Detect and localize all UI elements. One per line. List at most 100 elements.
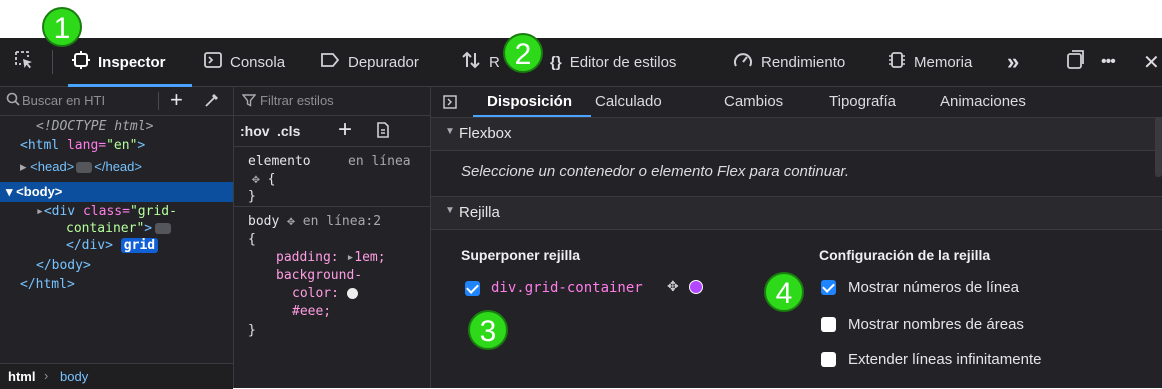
dock-button[interactable] bbox=[1066, 38, 1084, 86]
tab-fonts[interactable]: Tipografía bbox=[829, 87, 896, 117]
tab-debugger[interactable]: Depurador bbox=[320, 38, 419, 86]
toggle-sidebar-icon[interactable] bbox=[443, 95, 457, 114]
breadcrumb-body[interactable]: body bbox=[60, 369, 88, 384]
setting-extend-lines-checkbox[interactable] bbox=[821, 352, 836, 367]
tab-animations[interactable]: Animaciones bbox=[940, 87, 1026, 117]
tab-style-editor-label: Editor de estilos bbox=[569, 53, 677, 71]
tab-memory[interactable]: Memoria bbox=[888, 38, 972, 86]
collapsed-content-icon[interactable] bbox=[76, 162, 93, 174]
overlay-grid-checkbox[interactable] bbox=[465, 281, 480, 296]
div-open-tag: <div bbox=[43, 204, 76, 219]
head-close-tag: </head> bbox=[94, 159, 142, 174]
rule2-brace: { bbox=[248, 232, 256, 247]
div-close-node: </div> grid bbox=[66, 238, 159, 253]
cls-toggle[interactable]: .cls bbox=[277, 123, 300, 139]
collapse-arrow-icon: ▼ bbox=[445, 126, 455, 137]
markup-toolbar: Buscar en HTI + bbox=[0, 87, 233, 116]
tab-changes[interactable]: Cambios bbox=[724, 87, 783, 117]
overlay-grid-title: Superponer rejilla bbox=[461, 247, 581, 263]
highlight-node-icon[interactable]: ✥ bbox=[667, 278, 679, 295]
body-close-node: </body> bbox=[36, 258, 91, 273]
eyedropper-icon[interactable] bbox=[204, 92, 220, 113]
html-tag: <html bbox=[20, 138, 60, 153]
grid-settings-title: Configuración de la rejilla bbox=[819, 247, 991, 263]
collapse-arrow-icon: ▼ bbox=[445, 205, 455, 216]
decl1-val: 1em; bbox=[354, 250, 386, 265]
tab-performance[interactable]: Rendimiento bbox=[733, 38, 845, 86]
node-icon[interactable]: ✥ bbox=[287, 214, 295, 229]
head-open-tag: <head> bbox=[30, 159, 75, 174]
decl2-prop2: color: bbox=[292, 286, 339, 301]
setting-line-numbers-label: Mostrar números de línea bbox=[848, 279, 1019, 296]
more-tools-button[interactable]: » bbox=[1007, 38, 1019, 86]
tab-layout[interactable]: Disposición bbox=[487, 87, 572, 117]
decl2-prop[interactable]: background- bbox=[276, 268, 362, 283]
div-attr-value: "grid- bbox=[129, 204, 177, 219]
network-arrows-icon bbox=[461, 51, 481, 73]
body-node[interactable]: ▾ <body> bbox=[6, 184, 62, 200]
rule2-selector: body bbox=[248, 214, 280, 229]
hov-toggle[interactable]: :hov bbox=[240, 123, 270, 139]
html-node[interactable]: <html lang="en"> bbox=[20, 138, 145, 153]
element-picker-icon bbox=[14, 50, 34, 74]
rules-panel: Filtrar estilos :hov .cls + elemento en … bbox=[234, 87, 431, 388]
tab-computed[interactable]: Calculado bbox=[595, 87, 662, 117]
div-node-cont: container"> bbox=[66, 221, 172, 236]
div-close-tag: </div> bbox=[66, 238, 113, 253]
doctype-node[interactable]: <!DOCTYPE html> bbox=[36, 119, 153, 134]
rule1-brace: { bbox=[267, 172, 276, 187]
gear-icon[interactable]: ✥ bbox=[252, 172, 260, 187]
div-attr-name: class= bbox=[82, 204, 130, 219]
rule1-selector: elemento bbox=[248, 154, 311, 169]
head-node[interactable]: ▸ <head> </head> bbox=[20, 159, 142, 175]
setting-area-names-checkbox[interactable] bbox=[821, 317, 836, 332]
add-node-button[interactable]: + bbox=[170, 87, 183, 113]
breadcrumb-html[interactable]: html bbox=[8, 369, 35, 384]
decl2-val[interactable]: #eee; bbox=[292, 304, 331, 319]
tab-style-editor[interactable]: {} Editor de estilos bbox=[550, 38, 676, 86]
sidebar-tabs: Disposición Calculado Cambios Tipografía… bbox=[431, 87, 1162, 118]
grid-color-swatch[interactable] bbox=[689, 280, 703, 294]
add-rule-button[interactable]: + bbox=[338, 116, 352, 144]
grid-badge[interactable]: grid bbox=[120, 238, 159, 253]
markup-search-input[interactable]: Buscar en HTI bbox=[22, 93, 105, 108]
annotation-badge-1: 1 bbox=[42, 7, 82, 47]
rules-filter-bar: Filtrar estilos bbox=[234, 87, 430, 116]
tab-performance-label: Rendimiento bbox=[761, 53, 846, 71]
close-button[interactable]: ✕ bbox=[1143, 38, 1160, 86]
debugger-icon bbox=[320, 52, 340, 72]
overflow-menu-button[interactable]: ••• bbox=[1101, 38, 1116, 86]
print-media-icon[interactable] bbox=[376, 122, 390, 143]
tab-inspector[interactable]: Inspector bbox=[72, 38, 166, 86]
grid-header[interactable]: ▼ Rejilla bbox=[431, 196, 1162, 230]
scrollbar[interactable] bbox=[1155, 117, 1162, 177]
div-node[interactable]: ▸<div class="grid- bbox=[36, 204, 177, 219]
tab-console[interactable]: Consola bbox=[204, 38, 285, 86]
element-picker-button[interactable] bbox=[14, 38, 34, 86]
breadcrumb-separator-icon: › bbox=[44, 368, 49, 383]
expand-arrow-icon: ▸ bbox=[20, 159, 27, 174]
rule2-source[interactable]: en línea:2 bbox=[303, 214, 381, 229]
console-icon bbox=[204, 51, 222, 73]
annotation-badge-2: 2 bbox=[503, 33, 543, 73]
body-open-tag: <body> bbox=[16, 184, 63, 199]
braces-icon: {} bbox=[550, 53, 562, 71]
flexbox-header[interactable]: ▼ Flexbox bbox=[431, 117, 1162, 151]
rules-toolbar: :hov .cls + bbox=[234, 116, 430, 147]
setting-line-numbers-checkbox[interactable] bbox=[821, 280, 836, 295]
collapsed-content-icon[interactable] bbox=[155, 223, 172, 234]
decl1[interactable]: padding: ▸1em; bbox=[276, 250, 386, 265]
overlay-grid-item: div.grid-container bbox=[491, 280, 643, 296]
html-attr-value: "en" bbox=[106, 138, 138, 153]
html-close-node: </html> bbox=[20, 277, 75, 292]
decl2-prop-cont: color: bbox=[292, 286, 358, 301]
annotation-badge-4: 4 bbox=[764, 272, 804, 312]
rules-filter-input[interactable]: Filtrar estilos bbox=[260, 93, 334, 108]
tab-inspector-label: Inspector bbox=[98, 53, 166, 71]
color-swatch[interactable] bbox=[346, 288, 358, 299]
rule1-source[interactable]: en línea bbox=[348, 154, 411, 169]
collapse-arrow-icon: ▾ bbox=[6, 184, 13, 199]
tab-network-label: R bbox=[489, 53, 500, 71]
devtools-toolbar: Inspector Consola Depurador R {} Editor … bbox=[0, 38, 1162, 87]
tab-network[interactable]: R bbox=[461, 38, 500, 86]
